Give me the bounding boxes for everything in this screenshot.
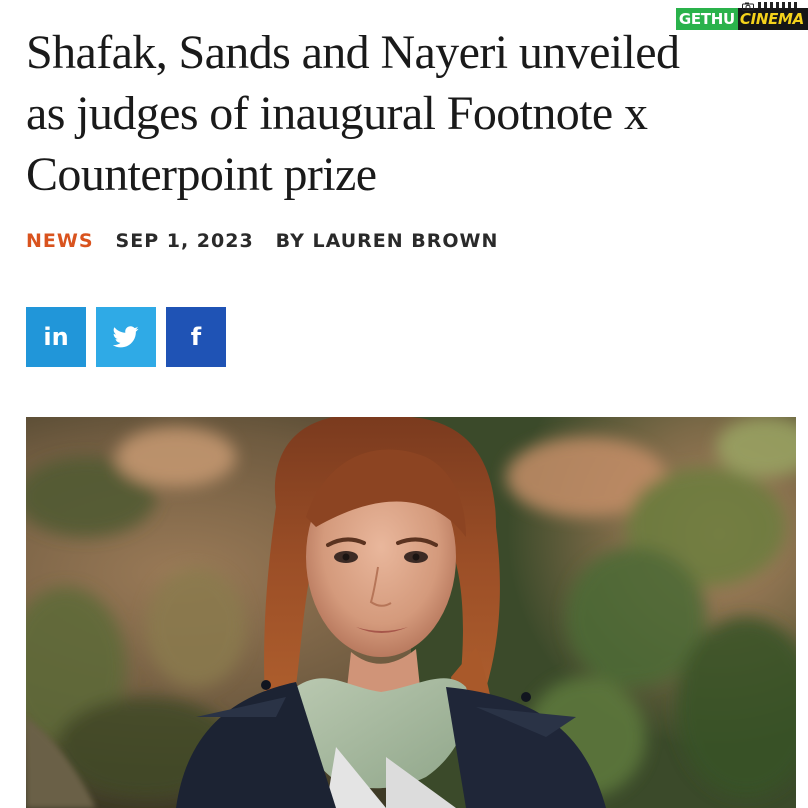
- category-link[interactable]: NEWS: [26, 230, 94, 252]
- author-byline[interactable]: BY LAUREN BROWN: [276, 230, 499, 252]
- twitter-bird-icon: [113, 326, 139, 348]
- share-buttons: in f: [26, 307, 226, 367]
- facebook-icon: f: [190, 323, 202, 351]
- linkedin-icon: in: [43, 323, 69, 351]
- twitter-share-button[interactable]: [96, 307, 156, 367]
- portrait-photo: [26, 417, 796, 808]
- article-meta: NEWS SEP 1, 2023 BY LAUREN BROWN: [26, 230, 498, 252]
- camera-icon: [741, 2, 754, 11]
- publish-date: SEP 1, 2023: [115, 230, 254, 252]
- headline-line: Shafak, Sands and Nayeri unveiled: [26, 26, 680, 79]
- facebook-share-button[interactable]: f: [166, 307, 226, 367]
- article-hero-photo: [26, 417, 796, 808]
- article-headline: Shafak, Sands and Nayeri unveiled as jud…: [26, 22, 786, 205]
- film-strip-icon: [757, 2, 798, 8]
- headline-line: Counterpoint prize: [26, 148, 377, 201]
- headline-line: as judges of inaugural Footnote x: [26, 87, 648, 140]
- linkedin-share-button[interactable]: in: [26, 307, 86, 367]
